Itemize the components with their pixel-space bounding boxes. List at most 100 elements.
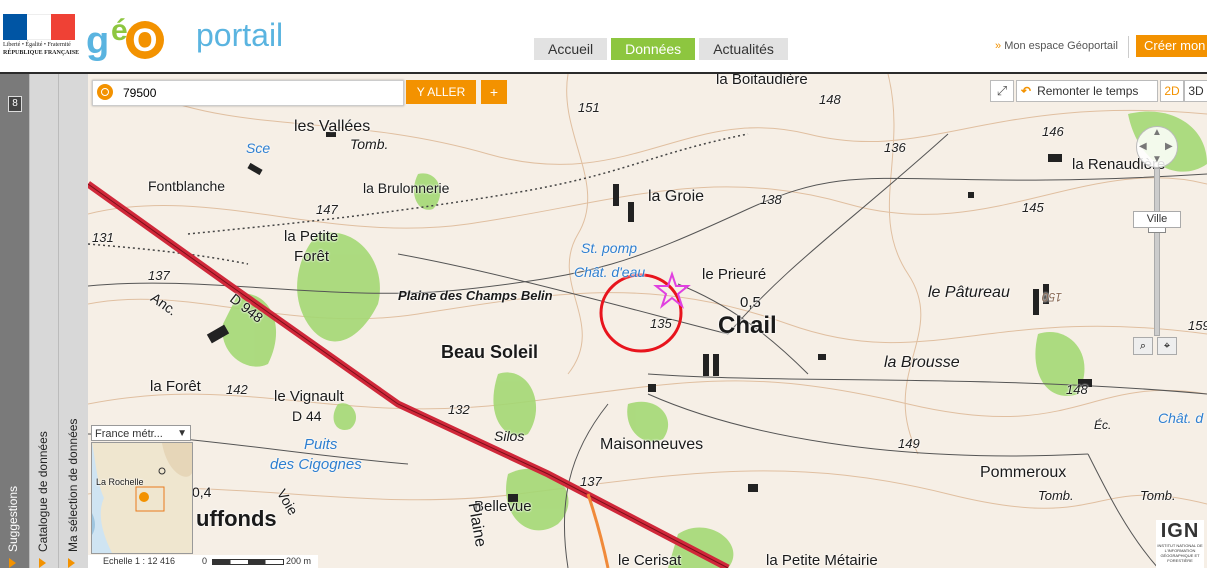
map-label: 146 [1042, 124, 1064, 139]
logo-o: O [126, 21, 164, 59]
search-field[interactable] [92, 80, 404, 106]
magnifier-icon[interactable]: ⌕ [1133, 337, 1153, 355]
map-label: Pommeroux [980, 464, 1067, 481]
chevron-right-icon: » [995, 40, 1005, 52]
pan-right-icon[interactable]: ▶ [1165, 141, 1173, 152]
map-label: 150 [1042, 290, 1063, 304]
go-button[interactable]: Y ALLER [406, 80, 476, 104]
map-label: Chât. d [1158, 410, 1204, 426]
zoom-level-label: Ville [1133, 211, 1181, 228]
undo-arrow-icon: ↶ [1021, 84, 1032, 98]
scale-bar: Echelle 1 : 12 416 0 200 m [88, 555, 318, 568]
ign-title: IGN [1160, 520, 1200, 542]
logo-g: g [86, 20, 110, 62]
map-label: Plaine des Champs Belin [398, 288, 553, 303]
overview-city-label: La Rochelle [96, 477, 144, 487]
map-label: le Pâtureau [928, 284, 1010, 301]
more-options-button[interactable]: + [481, 80, 507, 104]
overview-territory-select[interactable]: France métr... ▼ [91, 425, 191, 441]
rf-motto: Liberté • Égalité • Fraternité [3, 42, 71, 48]
map-label: 137 [148, 268, 170, 283]
overview-select-value: France métr... [95, 428, 163, 440]
ign-logo[interactable]: IGN INSTITUT NATIONAL DE L'INFORMATION G… [1156, 520, 1204, 568]
tab-suggestions-label: Suggestions [6, 485, 20, 552]
crosshair-icon[interactable]: ⌖ [1157, 337, 1177, 355]
map-label: Tomb. [1140, 488, 1176, 503]
map-label: 145 [1022, 200, 1044, 215]
main-nav: Accueil Données Actualités [534, 38, 788, 60]
map-label: 131 [92, 230, 114, 245]
header-divider [1128, 36, 1129, 58]
pan-left-icon[interactable]: ◀ [1139, 141, 1147, 152]
map-label: 137 [580, 474, 602, 489]
time-travel-button[interactable]: ↶ Remonter le temps [1016, 80, 1158, 102]
map-label: le Vignault [274, 388, 344, 405]
map-label: 138 [760, 192, 782, 207]
view-2d-button[interactable]: 2D [1160, 80, 1184, 102]
suggestions-count-badge: 8 [8, 96, 22, 112]
map-label: la Groie [648, 188, 705, 205]
map-label: la Petite [284, 228, 339, 245]
time-travel-label: Remonter le temps [1037, 84, 1139, 98]
scale-ruler [212, 559, 284, 565]
chevron-down-icon: ▼ [177, 428, 187, 439]
my-space-label: Mon espace Géoportail [1004, 40, 1118, 52]
map-label: D 44 [292, 408, 322, 424]
left-sidebar: 8 Suggestions Catalogue de données Ma sé… [0, 74, 89, 568]
tab-catalogue[interactable]: Catalogue de données [29, 74, 59, 568]
map-label: 0,4 [192, 484, 212, 500]
rf-name: RÉPUBLIQUE FRANÇAISE [3, 50, 80, 56]
map-label: 132 [448, 402, 470, 417]
map-label: la Petite Métairie [766, 552, 878, 568]
map-label: Chât. d'eau [574, 264, 646, 280]
pan-control[interactable]: ▲ ▼ ◀ ▶ [1136, 126, 1178, 168]
map-label: la Forêt [150, 378, 201, 395]
map-label: St. pomp [581, 240, 638, 256]
expand-arrow-icon [68, 558, 75, 568]
scale-label: Echelle 1 : 12 416 [103, 556, 176, 566]
nav-tab-actualites[interactable]: Actualités [699, 38, 788, 60]
map-canvas[interactable]: les Vallées Tomb. Sce Fontblanche la Bru… [88, 74, 1207, 568]
map-label: uffonds [196, 506, 277, 531]
search-input[interactable] [121, 83, 395, 103]
map-label: 142 [226, 382, 248, 397]
zoom-slider-track[interactable] [1154, 168, 1160, 336]
map-label: Maisonneuves [600, 436, 704, 453]
nav-tab-donnees[interactable]: Données [611, 38, 696, 60]
overview-coastline [92, 443, 192, 553]
map-label: la Boitaudière [716, 74, 808, 88]
pan-down-icon[interactable]: ▼ [1152, 154, 1162, 165]
tab-my-selection[interactable]: Ma sélection de données [58, 74, 89, 568]
tab-suggestions[interactable]: 8 Suggestions [0, 74, 29, 568]
french-flag-icon [3, 14, 75, 40]
view-3d-button[interactable]: 3D [1184, 80, 1207, 102]
map-label: 148 [819, 92, 841, 107]
tab-my-selection-label: Ma sélection de données [66, 418, 80, 552]
map-label: le Cerisat [618, 552, 682, 568]
republique-francaise-logo[interactable]: Liberté • Égalité • Fraternité RÉPUBLIQU… [3, 14, 79, 58]
map-label: Tomb. [1038, 488, 1074, 503]
map-label: Forêt [294, 248, 330, 265]
map-label: 147 [316, 202, 338, 217]
map-label: le Prieuré [702, 266, 767, 283]
map-label: Beau Soleil [441, 342, 539, 362]
expand-arrow-icon [9, 558, 16, 568]
ign-subtitle: INSTITUT NATIONAL DE L'INFORMATION GÉOGR… [1157, 543, 1203, 563]
create-account-button[interactable]: Créer mon e [1136, 35, 1207, 57]
logo-e: é [111, 14, 128, 47]
nav-tab-accueil[interactable]: Accueil [534, 38, 608, 60]
map-label: la Brousse [884, 354, 960, 371]
map-label: Éc. [1094, 418, 1112, 432]
scale-min: 0 [202, 556, 208, 566]
map-label: Puits [304, 436, 338, 453]
my-space-link[interactable]: » Mon espace Géoportail [995, 40, 1118, 52]
fullscreen-icon[interactable]: ⤢ [990, 80, 1014, 102]
overview-map[interactable]: La Rochelle [91, 442, 193, 554]
scale-max: 200 m [286, 556, 312, 566]
map-label: Silos [494, 428, 525, 444]
map-label: les Vallées [294, 118, 371, 135]
pan-up-icon[interactable]: ▲ [1152, 127, 1162, 138]
map-label: 159 [1188, 318, 1207, 333]
map-label: 149 [898, 436, 920, 451]
logo-portail: portail [196, 17, 284, 53]
